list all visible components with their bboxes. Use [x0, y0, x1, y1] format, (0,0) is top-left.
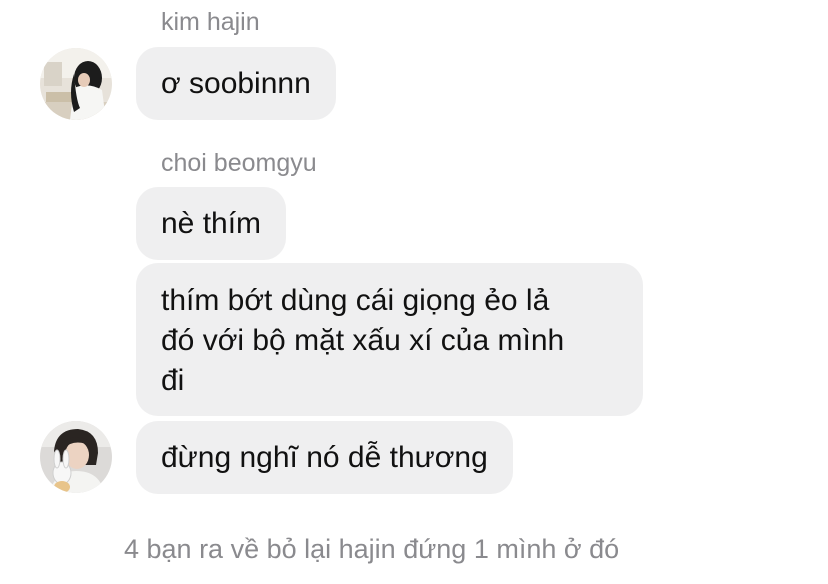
message-bubble[interactable]: đừng nghĩ nó dễ thương	[136, 421, 513, 494]
sender-name: choi beomgyu	[161, 149, 317, 177]
story-caption: 4 bạn ra về bỏ lại hajin đứng 1 mình ở đ…	[124, 534, 620, 564]
message-text-line: thím bớt dùng cái giọng ẻo lả	[161, 284, 550, 317]
message-bubble[interactable]: ơ soobinnn	[136, 47, 336, 120]
message-text: nè thím	[161, 207, 262, 240]
girl-profile-avatar-icon[interactable]	[40, 48, 112, 120]
message-text: đừng nghĩ nó dễ thương	[161, 441, 488, 474]
message-text: ơ soobinnn	[161, 67, 311, 100]
boy-with-plush-avatar-icon[interactable]	[40, 421, 112, 493]
sender-name: kim hajin	[161, 8, 260, 36]
message-text-line: đó với bộ mặt xấu xí của mình	[161, 324, 565, 357]
message-bubble[interactable]: nè thím	[136, 187, 287, 260]
message-text-line: đi	[161, 364, 185, 397]
message-bubble-multiline[interactable]: thím bớt dùng cái giọng ẻo lả đó với bộ …	[136, 263, 643, 416]
